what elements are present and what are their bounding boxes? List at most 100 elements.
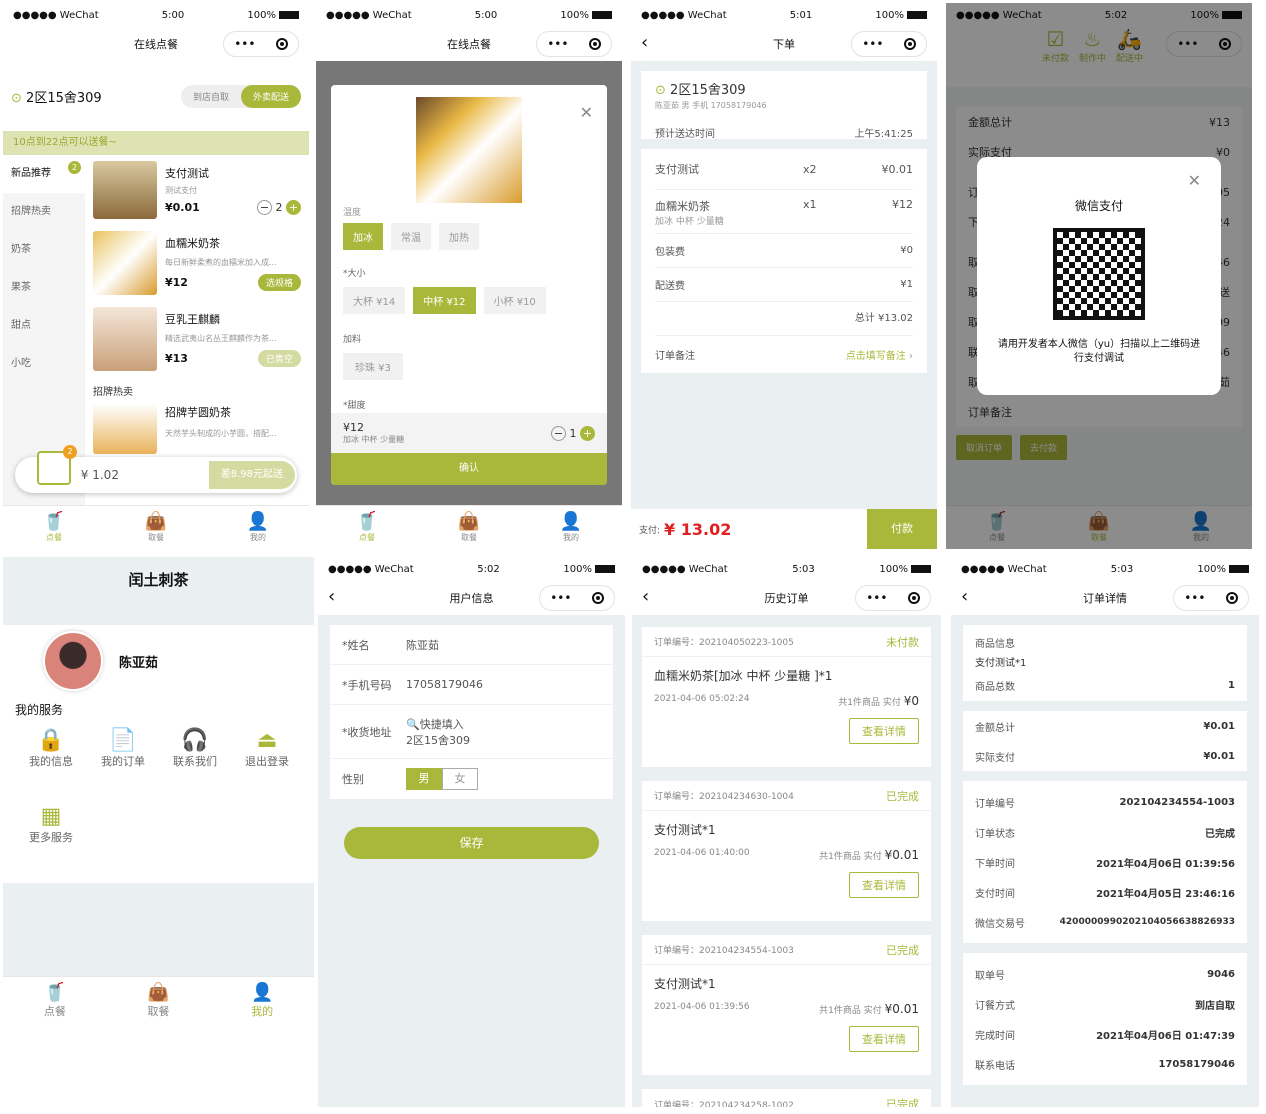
view-detail-button[interactable]: 查看详情 xyxy=(849,1026,919,1052)
category-item[interactable]: 招牌热卖 xyxy=(3,193,85,231)
close-mini-icon[interactable] xyxy=(591,592,604,604)
close-mini-icon[interactable] xyxy=(1225,592,1238,604)
back-icon[interactable]: ‹ xyxy=(961,587,968,607)
nav-bar: 在线点餐 ••• xyxy=(3,27,309,61)
location-pin-icon: ⊙ xyxy=(655,83,666,98)
service-logout[interactable]: ⏏ 退出登录 xyxy=(231,728,303,804)
back-icon[interactable]: ‹ xyxy=(642,587,649,607)
more-icon[interactable]: ••• xyxy=(547,37,568,51)
tab-order[interactable]: 🥤 点餐 xyxy=(316,506,418,549)
name-field[interactable]: 陈亚茹 xyxy=(406,637,439,653)
category-item[interactable]: 果茶 xyxy=(3,269,85,307)
category-item[interactable]: 新品推荐 2 xyxy=(3,155,85,193)
minus-button[interactable]: − xyxy=(257,200,272,215)
service-my-orders[interactable]: 📄 我的订单 xyxy=(87,728,159,804)
screen-spec: ●●●●● WeChat 5:00 100% 在线点餐 ••• ✕ 温度 加冰 常温 … xyxy=(316,3,622,549)
plus-button[interactable]: + xyxy=(580,425,595,441)
close-icon[interactable]: ✕ xyxy=(580,103,593,122)
option-medium[interactable]: 中杯 ¥12 xyxy=(413,287,476,314)
more-icon[interactable]: ••• xyxy=(550,591,571,605)
product-item: 血糯米奶茶 每日新鲜柔煮的血糯米加入成... ¥12 选规格 xyxy=(93,225,301,301)
back-icon[interactable]: ‹ xyxy=(641,33,648,53)
service-my-info[interactable]: 🔒 我的信息 xyxy=(15,728,87,804)
option-pearl[interactable]: 珍珠 ¥3 xyxy=(343,353,403,380)
option-normal[interactable]: 常温 xyxy=(391,223,431,250)
confirm-button[interactable]: 确认 xyxy=(331,453,607,485)
location[interactable]: ⊙ 2区15舍309 xyxy=(11,87,102,106)
select-spec-button[interactable]: 选规格 xyxy=(257,274,301,291)
service-more[interactable]: ▦ 更多服务 xyxy=(15,804,87,880)
option-small[interactable]: 小杯 ¥10 xyxy=(483,287,546,314)
address-card[interactable]: ⊙ 2区15舍309 陈亚茹 男 手机 17058179046 预计送达时间 上午… xyxy=(641,71,927,140)
save-button[interactable]: 保存 xyxy=(344,827,599,859)
gender-female[interactable]: 女 xyxy=(442,768,478,790)
gender-male[interactable]: 男 xyxy=(406,768,442,790)
order-note[interactable]: 订单备注 点击填写备注 › xyxy=(655,335,913,373)
capsule-menu[interactable]: ••• xyxy=(536,31,612,57)
mode-switch[interactable]: 到店自取 外卖配送 xyxy=(180,84,301,108)
close-icon[interactable]: ✕ xyxy=(1188,171,1201,190)
pack-fee: 包装费 ¥0 xyxy=(655,233,913,267)
more-icon[interactable]: ••• xyxy=(866,591,887,605)
category-item[interactable]: 小吃 xyxy=(3,345,85,383)
close-mini-icon[interactable] xyxy=(275,38,288,50)
screen-order-detail: ●●●●● WeChat 5:03 100% ‹ 订单详情 ••• 商品信息 支付测试*… xyxy=(951,557,1259,1107)
plus-button[interactable]: + xyxy=(286,200,301,215)
cart-total: ¥ 1.02 xyxy=(80,468,119,482)
capsule-menu[interactable]: ••• xyxy=(539,585,615,611)
chevron-right-icon: › xyxy=(909,351,913,362)
checkout-button[interactable]: 差8.98元起送 xyxy=(208,461,295,489)
notice-bar: 10点到22点可以送餐~ xyxy=(3,131,309,155)
more-icon[interactable]: ••• xyxy=(862,37,883,51)
category-item[interactable]: 甜点 xyxy=(3,307,85,345)
tab-order[interactable]: 🥤 点餐 xyxy=(3,977,107,1024)
dialog-message: 请用开发者本人微信（yu）扫描以上二维码进行支付调试 xyxy=(997,339,1201,364)
view-detail-button[interactable]: 查看详情 xyxy=(849,872,919,898)
user-name: 陈亚茹 xyxy=(119,655,159,671)
document-icon: 📄 xyxy=(109,728,137,753)
minus-button[interactable]: − xyxy=(551,425,566,441)
qr-code xyxy=(1053,228,1145,320)
category-item[interactable]: 奶茶 xyxy=(3,231,85,269)
service-contact[interactable]: 🎧 联系我们 xyxy=(159,728,231,804)
tab-mine[interactable]: 👤 我的 xyxy=(207,506,309,549)
capsule-menu[interactable]: ••• xyxy=(1173,585,1249,611)
mode-pickup[interactable]: 到店自取 xyxy=(181,85,241,108)
quick-fill-button[interactable]: 🔍快捷填入 xyxy=(406,718,464,731)
option-ice[interactable]: 加冰 xyxy=(343,223,383,250)
close-mini-icon[interactable] xyxy=(907,592,920,604)
mode-delivery[interactable]: 外卖配送 xyxy=(240,84,301,108)
pay-button[interactable]: 付款 xyxy=(867,509,937,549)
capsule-menu[interactable]: ••• xyxy=(851,31,927,57)
address-field[interactable]: 2区15舍309 xyxy=(406,734,470,747)
screen-checkout: ●●●●● WeChat 5:01 100% ‹ 下单 ••• ⊙ 2区15舍309 陈… xyxy=(631,3,937,549)
nav-bar: ‹ 用户信息 ••• xyxy=(318,581,625,615)
pickup-section: 取单号 9046 订餐方式 到店自取 完成时间 2021年04月06日 01:47:3… xyxy=(963,953,1247,1085)
tab-pickup[interactable]: 👜 取餐 xyxy=(418,506,520,549)
battery-icon xyxy=(1228,564,1249,573)
option-large[interactable]: 大杯 ¥14 xyxy=(343,287,406,314)
phone-field[interactable]: 17058179046 xyxy=(406,678,483,691)
close-mini-icon[interactable] xyxy=(588,38,601,50)
tab-mine[interactable]: 👤 我的 xyxy=(520,506,622,549)
cart-bar[interactable]: 2 ¥ 1.02 差8.98元起送 xyxy=(15,445,297,493)
tab-order[interactable]: 🥤 点餐 xyxy=(3,506,105,549)
tab-pickup[interactable]: 👜 取餐 xyxy=(107,977,211,1024)
tab-mine[interactable]: 👤 我的 xyxy=(210,977,314,1024)
more-icon[interactable]: ••• xyxy=(1184,591,1205,605)
tab-pickup[interactable]: 👜 取餐 xyxy=(105,506,207,549)
option-hot[interactable]: 加热 xyxy=(439,223,479,250)
view-detail-button[interactable]: 查看详情 xyxy=(849,718,919,744)
goods-section: 商品信息 支付测试*1 商品总数 1 xyxy=(963,625,1247,701)
wechat-pay-dialog: ✕ 微信支付 请用开发者本人微信（yu）扫描以上二维码进行支付调试 xyxy=(977,157,1221,395)
more-icon[interactable]: ••• xyxy=(234,37,255,51)
back-icon[interactable]: ‹ xyxy=(328,587,335,607)
close-mini-icon[interactable] xyxy=(903,38,916,50)
order-line: 血糯米奶茶 加冰 中杯 少量糖 x1 ¥12 xyxy=(655,189,913,233)
product-image xyxy=(93,404,157,454)
headset-icon: 🎧 xyxy=(181,728,209,753)
capsule-menu[interactable]: ••• xyxy=(223,31,299,57)
capsule-menu[interactable]: ••• xyxy=(855,585,931,611)
cart-icon[interactable]: 2 xyxy=(37,445,77,485)
avatar[interactable] xyxy=(43,631,103,691)
